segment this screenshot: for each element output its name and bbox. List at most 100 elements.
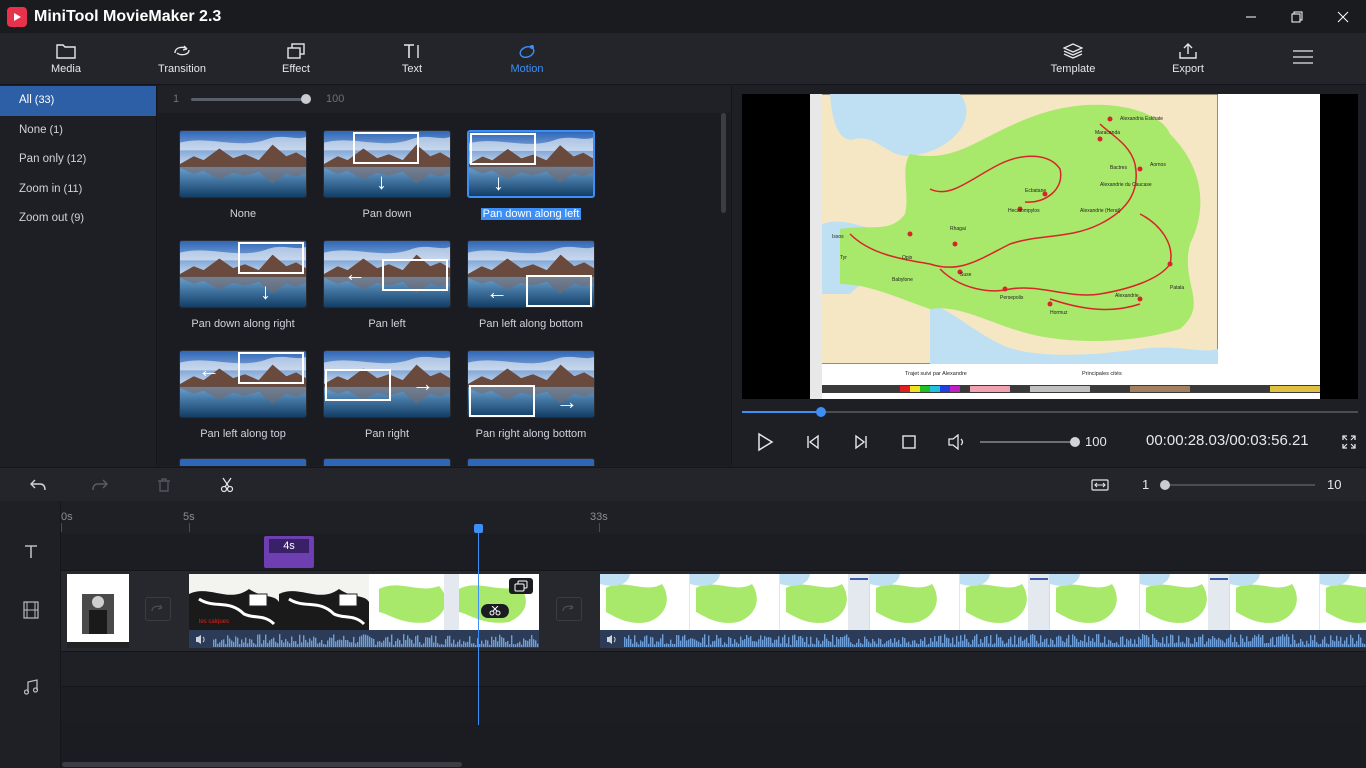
music-track-icon [20,676,42,698]
transition-icon [174,45,190,56]
map-label: Rhagai [950,226,966,232]
stop-button[interactable] [896,431,922,453]
previous-frame-button[interactable] [800,431,826,453]
lake-mountain-image [180,131,306,197]
volume-slider-track[interactable] [980,441,1075,443]
motion-card-none[interactable]: None [179,130,307,220]
motion-thumbnail[interactable]: ← [179,350,307,418]
template-button[interactable]: Template [1033,33,1113,85]
map-label: Issos [832,234,844,240]
map-legend-route: Trajet suivi par Alexandre [905,371,967,377]
play-button[interactable] [752,431,778,453]
playhead-handle[interactable] [474,524,483,533]
motion-thumbnail[interactable]: → [323,350,451,418]
export-button[interactable]: Export [1148,33,1228,85]
motion-card-pan-down-along-right[interactable]: ↓ Pan down along right [179,240,307,330]
text-tab[interactable]: Text [372,33,452,85]
motion-frame-outline [469,385,535,417]
volume-button[interactable] [944,431,970,453]
map-label: Patala [1170,285,1184,291]
playback-progress-bar[interactable] [742,407,1358,417]
delete-button[interactable] [154,476,174,494]
zoom-slider-handle[interactable] [1160,480,1170,490]
motion-thumbnail[interactable] [323,458,451,466]
motion-label-text: Pan down along left [480,208,582,220]
category-zoom-in[interactable]: Zoom in (11) [0,175,156,205]
motion-card-pan-down-along-left[interactable]: ↓ Pan down along left [467,130,595,220]
category-none[interactable]: None (1) [0,116,156,146]
category-count: (11) [63,182,83,195]
transition-slot[interactable] [556,597,582,621]
motion-grid-panel: 1 100 None ↓ Pan down ↓ Pan down along left ↓… [158,86,730,466]
motion-tab[interactable]: Motion [487,33,567,85]
music-track[interactable] [61,652,1366,687]
map-label: Hormuz [1050,310,1068,316]
music-track-extra[interactable] [61,687,1366,722]
title-bar: MiniTool MovieMaker 2.3 [0,0,1366,33]
timeline-toolbar: 1 10 [0,467,1366,501]
split-marker[interactable] [481,604,509,618]
time-ruler[interactable]: 0s 5s 33s [61,501,1366,534]
motion-thumbnail[interactable] [179,458,307,466]
motion-card-pan-left-along-top[interactable]: ← Pan left along top [179,350,307,440]
motion-thumbnail[interactable]: ↓ [179,240,307,308]
fit-timeline-button[interactable] [1090,476,1110,494]
minimize-button[interactable] [1228,0,1274,33]
fullscreen-button[interactable] [1339,431,1359,453]
transition-tab[interactable]: Transition [142,33,222,85]
motion-thumbnail[interactable]: ← [467,240,595,308]
category-pan-only[interactable]: Pan only (12) [0,145,156,175]
transition-slot[interactable] [145,597,171,621]
motion-thumbnail[interactable]: ← [323,240,451,308]
maximize-button[interactable] [1274,0,1320,33]
layers-icon [1063,43,1083,59]
play-icon [758,432,774,452]
motion-thumbnail[interactable]: ↓ [467,130,595,198]
motion-card-pan-right-along-bottom[interactable]: → Pan right along bottom [467,350,595,440]
motion-thumbnail[interactable]: ↓ [323,130,451,198]
motion-card-pan-left-along-bottom[interactable]: ← Pan left along bottom [467,240,595,330]
text-track[interactable] [61,534,1366,571]
motion-card-pan-right[interactable]: → Pan right [323,350,451,440]
grid-vertical-scrollbar[interactable] [721,113,726,213]
playhead-line[interactable] [478,525,479,725]
undo-button[interactable] [28,476,48,494]
category-zoom-out[interactable]: Zoom out (9) [0,204,156,234]
video-clip-map[interactable] [600,574,1366,648]
trash-icon [158,478,170,492]
playback-progress-handle[interactable] [815,407,826,417]
effect-tab[interactable]: Effect [256,33,336,85]
motion-thumbnail[interactable] [179,130,307,198]
menu-button[interactable] [1263,33,1343,85]
motion-label: Pan right [323,428,451,440]
transition-icon [151,604,163,612]
zoom-slider-track[interactable] [1165,484,1315,486]
text-clip[interactable]: 4s [264,536,314,568]
previous-frame-icon [807,434,819,450]
duration-slider-handle[interactable] [301,94,311,104]
volume-slider-handle[interactable] [1070,437,1080,447]
motion-card-pan-down[interactable]: ↓ Pan down [323,130,451,220]
motion-thumbnail[interactable] [467,458,595,466]
timeline-horizontal-scrollbar[interactable] [62,762,462,767]
close-button[interactable] [1320,0,1366,33]
export-button-label: Export [1172,63,1204,75]
next-frame-button[interactable] [848,431,874,453]
media-tab[interactable]: Media [26,33,106,85]
video-track-icon [20,599,42,621]
motion-icon [519,45,535,58]
duration-slider-track[interactable] [191,98,306,101]
motion-label: Pan left along bottom [467,318,595,330]
redo-button[interactable] [90,476,110,494]
template-button-label: Template [1050,63,1096,75]
map-label: Aornos [1150,162,1166,168]
motion-label: Pan down along left [467,208,595,220]
video-clip-photo[interactable] [67,574,129,648]
motion-thumbnail[interactable]: → [467,350,595,418]
split-button[interactable] [217,476,237,494]
main-toolbar: Media Transition Effect Text Motion Temp… [0,33,1366,85]
clip-effect-badge[interactable] [509,578,533,594]
motion-card-pan-left[interactable]: ← Pan left [323,240,451,330]
video-clip-main[interactable]: les calques [189,574,539,648]
category-all[interactable]: All (33) [0,86,156,116]
